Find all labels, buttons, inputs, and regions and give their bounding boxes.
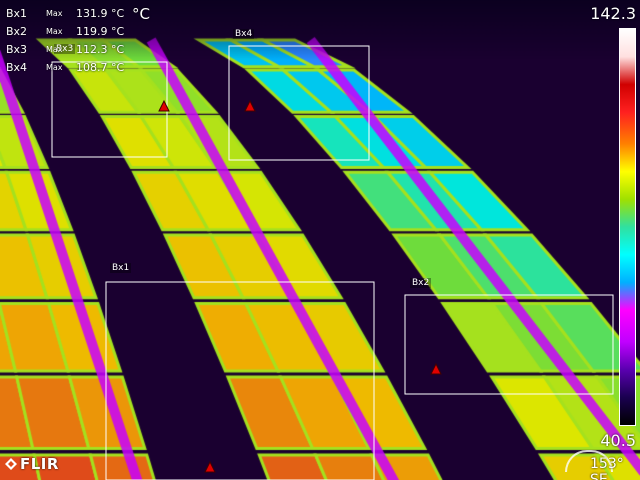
compass-heading: 153° SE	[590, 456, 624, 480]
unit-label: °C	[132, 5, 150, 23]
measurement-label: Max	[46, 62, 63, 72]
measurement-label: Max	[46, 44, 63, 54]
measurement-name: Bx3	[6, 42, 28, 56]
thermal-viewer: Bx1 Bx2 Bx3 Bx4 Bx1 Max 131.9 °C Bx2 Max…	[0, 0, 640, 480]
box-label-bx1: Bx1	[110, 263, 132, 273]
measurement-label: Max	[46, 8, 63, 18]
scale-max-value: 142.3	[590, 4, 636, 23]
measurement-value: 112.3 °C	[76, 42, 125, 56]
logo-text: FLIR	[20, 455, 59, 473]
box-bx1[interactable]	[105, 281, 375, 480]
measurement-row: Bx2 Max 119.9 °C	[6, 22, 154, 40]
measurement-name: Bx4	[6, 60, 28, 74]
measurement-value: 119.9 °C	[76, 24, 125, 38]
hotspot-marker-bx2	[430, 362, 442, 375]
measurement-name: Bx1	[6, 6, 28, 20]
box-bx3[interactable]	[51, 61, 168, 158]
measurement-row: Bx4 Max 108.7 °C	[6, 58, 154, 76]
box-label-bx4: Bx4	[233, 29, 255, 39]
measurement-row: Bx3 Max 112.3 °C	[6, 40, 154, 58]
measurement-label: Max	[46, 26, 63, 36]
hotspot-marker-bx4	[244, 99, 256, 112]
measurement-name: Bx2	[6, 24, 28, 38]
flir-emblem-icon	[5, 458, 17, 470]
hotspot-marker-bx1	[204, 460, 216, 473]
flir-logo: FLIR	[5, 455, 59, 473]
measurement-value: 108.7 °C	[76, 60, 125, 74]
box-bx2[interactable]	[404, 294, 614, 395]
color-scale-bar	[619, 28, 636, 426]
scale-min-value: 40.5	[600, 431, 636, 450]
box-label-bx2: Bx2	[410, 278, 432, 288]
